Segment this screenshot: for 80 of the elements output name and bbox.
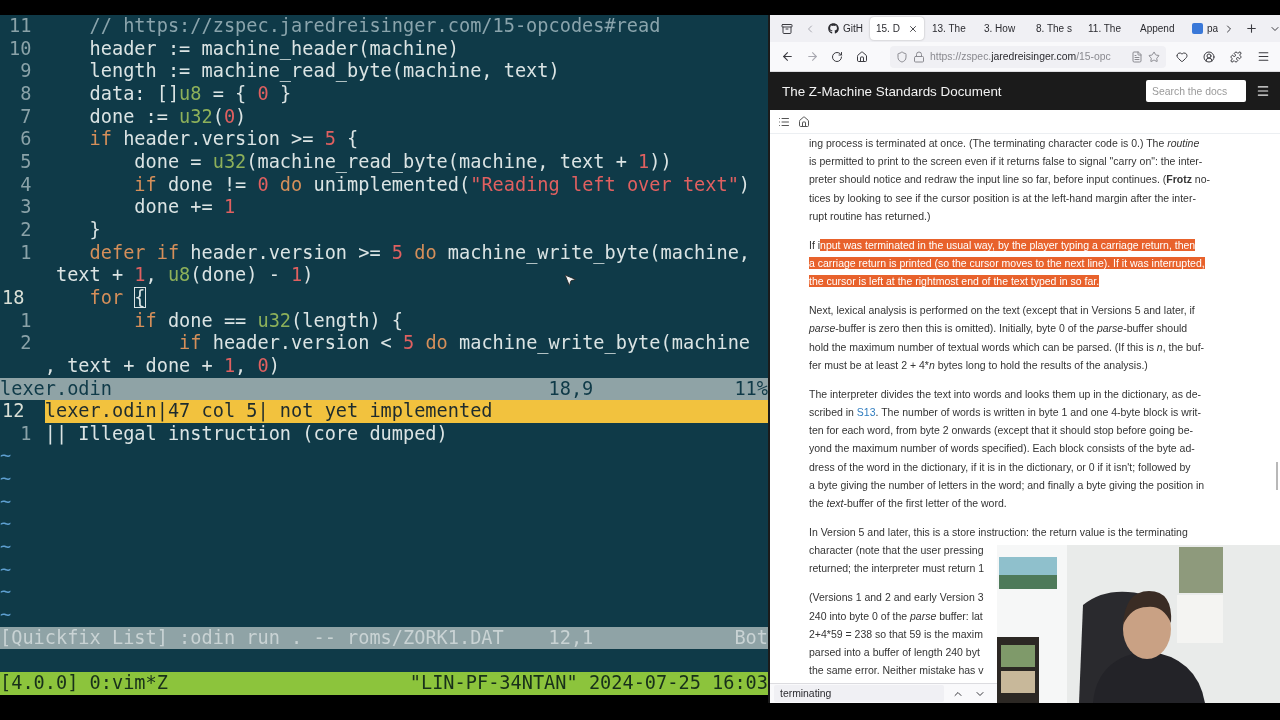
code-line: , text + done + 1, 0) — [44, 354, 280, 378]
line-number: 9 — [19, 60, 33, 83]
session-label: [4.0.0] 0:vim*Z — [0, 672, 168, 695]
table-of-contents-icon[interactable] — [778, 115, 790, 128]
address-field[interactable]: https://zspec.jaredreisinger.com/15-opc — [890, 45, 1166, 68]
line-number: 1 — [19, 422, 33, 446]
paragraph: The interpreter divides the text into words and looks them up in the dictionary, as de- scribed in S13. The number of words is written in byte 1 and one 4-byte block is writ- ten for each word, from byte 2 onwards (except that it should stop before going be- yond the maximum number of words specified). Each block consists of the byte ad- dress of the word in the dictionary, if it is in the dictionary, or 0 if it isn't; followed by a byte giving the number of letters in the word; and finally a byte giving the position in the text-buffer of the first letter of the word. — [809, 386, 1205, 512]
line-number: 2 — [19, 332, 33, 355]
code-line: header := machine_header(machine) — [88, 37, 459, 61]
line-number: 1 — [19, 241, 33, 265]
line-number: 18 — [1, 286, 26, 310]
line-number: 12 — [1, 400, 26, 423]
lock-icon — [913, 50, 925, 63]
status-file: lexer.odin — [0, 377, 112, 399]
code-line: // https://zspec.jaredreisinger.com/15-opcodes#read — [88, 15, 661, 38]
browser-tab[interactable]: Append — [1134, 17, 1184, 40]
find-field[interactable]: terminating — [774, 685, 944, 702]
filler-line: ~ — [0, 604, 12, 627]
browser-tab[interactable]: 13. The — [926, 17, 976, 40]
code-line: done = u32(machine_read_byte(machine, text + 1)) — [133, 150, 672, 174]
filler-line: ~ — [0, 581, 12, 605]
reader-view-icon[interactable] — [1131, 50, 1143, 63]
close-icon[interactable] — [908, 23, 918, 34]
line-number: 6 — [19, 128, 33, 151]
tab-favicon-icon — [1192, 23, 1203, 34]
browser-tab[interactable]: 3. How — [978, 17, 1028, 40]
line-number: 3 — [19, 196, 33, 219]
code-line: done := u32(0) — [88, 105, 247, 129]
browser-tab[interactable]: GitH — [822, 17, 868, 40]
status-file: [Quickfix List] :odin run . -- roms/ZORK1.DAT — [0, 626, 504, 648]
paragraph: ing process is terminated at once. (The terminating character code is 0.) The routine is permitted to print to the screen even if it returns false to signal "carry on": the inter- preter should notice and redraw the input line so far, before input continues. (Frotz no- tices by looking to see if the cursor position is at the left-hand margin after the inter- rupt routine has returned.) — [809, 136, 1210, 224]
site-title: The Z-Machine Standards Document — [782, 83, 1003, 99]
paragraph: If input was terminated in the usual way, by the player typing a carriage return, then a carriage return is printed (so the cursor moves to the next line). If it was interrupted, the cursor is left at the rightmost end of the text typed in so far. — [809, 237, 1205, 290]
code-line: defer if header.version >= 5 do machine_write_byte(machine, — [88, 241, 751, 265]
home-icon[interactable] — [798, 115, 810, 128]
browser-tab[interactable]: 8. The s — [1030, 17, 1080, 40]
code-line: } — [88, 218, 101, 242]
code-line: if done != 0 do unimplemented("Reading left over text") — [133, 173, 751, 197]
code-line: for { — [88, 286, 146, 310]
paragraph: Next, lexical analysis is performed on the text (except that in Versions 5 and later, if parse-buffer is zero then this is omitted). Initially, byte 0 of the parse-buffer should hold the maximum number of textual words which can be parsed. (If this is n, the buf- fer must be at least 2 + 4*n bytes long to hold the results of the analysis.) — [809, 303, 1205, 373]
code-line: if done == u32(length) { — [133, 309, 403, 333]
filler-line: ~ — [0, 558, 12, 582]
scroll-position: Bot — [734, 626, 768, 650]
mouse-pointer-icon — [563, 273, 577, 287]
filler-line: ~ — [0, 445, 12, 469]
paragraph: (Versions 1 and 2 and early Version 3 240 into byte 0 of the parse buffer: lat 2+4*59 = 238 so that 59 is the maxim parsed into a buffer of length 240 byt the same error. Neither mistake has v — [809, 590, 984, 679]
line-number: 11 — [7, 15, 33, 38]
quickfix-entry[interactable]: || Illegal instruction (core dumped) — [44, 422, 768, 446]
line-number: 4 — [19, 173, 33, 197]
code-line: if header.version < 5 do machine_write_byte(machine — [178, 332, 751, 355]
quickfix-entry[interactable]: lexer.odin|47 col 5| not yet implemented — [44, 400, 768, 423]
cursor-position: 12,1 — [548, 626, 594, 650]
line-number: 7 — [19, 105, 33, 129]
code-line: text + 1, u8(done) - 1) — [54, 264, 314, 287]
filler-line: ~ — [0, 490, 12, 514]
cursor-position: 18,9 — [548, 377, 594, 401]
browser-tab[interactable]: 15. D — [870, 17, 924, 40]
search-field[interactable]: Search the docs — [1146, 80, 1246, 102]
code-line: length := machine_read_byte(machine, text) — [88, 60, 560, 83]
line-number: 5 — [19, 150, 33, 174]
scrollbar[interactable] — [1276, 462, 1278, 490]
line-number: 1 — [19, 309, 33, 333]
line-number: 10 — [7, 37, 33, 61]
filler-line: ~ — [0, 513, 12, 537]
line-number: 2 — [19, 218, 33, 242]
browser-tab[interactable]: 11. The — [1082, 17, 1132, 40]
bookmark-star-icon[interactable] — [1148, 50, 1160, 63]
code-line: data: []u8 = { 0 } — [88, 82, 292, 106]
github-icon — [828, 23, 839, 34]
line-number: 8 — [19, 82, 33, 106]
code-line: if header.version >= 5 { — [88, 128, 359, 151]
section-link[interactable]: S13 — [856, 406, 876, 419]
filler-line: ~ — [0, 536, 12, 559]
code-line: done += 1 — [133, 196, 236, 219]
paragraph: In Version 5 and later, this is a store instruction: the return value is the terminating character (note that the user pressing returned; the interpreter must return 1 — [809, 525, 1188, 577]
filler-line: ~ — [0, 468, 12, 491]
shield-icon — [896, 50, 908, 63]
host-and-time: "LIN-PF-34NTAN" 2024-07-25 16:03 — [409, 672, 768, 695]
scroll-position: 11% — [734, 377, 768, 401]
browser-tab[interactable]: pa — [1186, 17, 1218, 40]
